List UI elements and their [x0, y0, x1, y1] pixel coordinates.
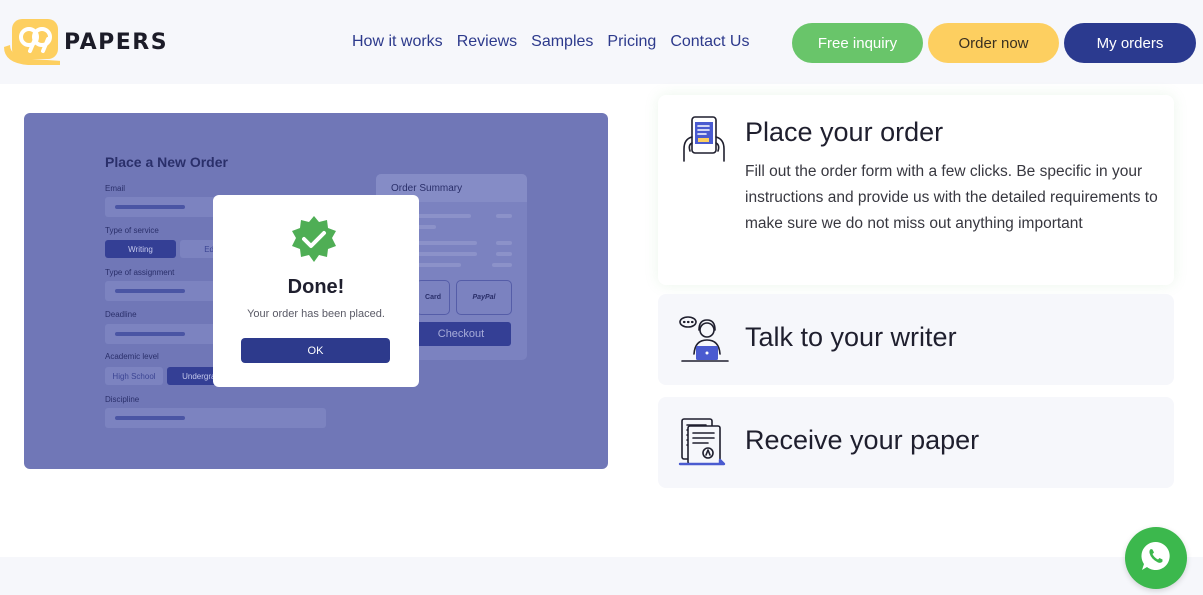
summary-line [496, 252, 512, 256]
nav-contact-us[interactable]: Contact Us [670, 33, 749, 51]
step-title: Receive your paper [745, 425, 980, 455]
logo[interactable]: PAPERS [2, 17, 168, 67]
academic-label: Academic level [105, 352, 159, 361]
nav-pricing[interactable]: Pricing [607, 33, 656, 51]
nav-reviews[interactable]: Reviews [457, 33, 517, 51]
step-title: Talk to your writer [745, 322, 957, 352]
step-card-talk-writer[interactable]: Talk to your writer [658, 294, 1174, 385]
site-header: PAPERS How it works Reviews Samples Pric… [0, 0, 1203, 84]
service-chip-writing: Writing [105, 240, 176, 258]
writer-chat-icon [678, 314, 730, 366]
academic-chip-high-school: High School [105, 367, 163, 385]
summary-line [492, 263, 512, 267]
pay-paypal-option: PayPal [456, 280, 512, 315]
step-title: Place your order [745, 117, 944, 147]
assignment-label: Type of assignment [105, 268, 175, 277]
step-card-receive-paper[interactable]: Receive your paper [658, 397, 1174, 488]
modal-title: Done! [287, 276, 345, 298]
my-orders-button[interactable]: My orders [1064, 23, 1196, 63]
nav-how-it-works[interactable]: How it works [352, 33, 443, 51]
service-label: Type of service [105, 226, 159, 235]
check-badge-icon [290, 215, 338, 263]
paper-document-icon [678, 416, 730, 468]
checkout-button: Checkout [411, 322, 511, 346]
footer-band [0, 557, 1203, 595]
step-card-place-order[interactable]: Place your order Fill out the order form… [658, 95, 1174, 285]
free-inquiry-button[interactable]: Free inquiry [792, 23, 923, 63]
deadline-label: Deadline [105, 310, 137, 319]
modal-ok-button: OK [241, 338, 390, 363]
nav-samples[interactable]: Samples [531, 33, 593, 51]
chat-button[interactable] [1125, 527, 1187, 589]
pay-card-option: Card [416, 280, 450, 315]
modal-message: Your order has been placed. [247, 308, 385, 320]
form-title: Place a New Order [105, 154, 228, 170]
logo-mark-icon [2, 17, 62, 67]
email-label: Email [105, 184, 126, 193]
order-illustration: Place a New Order Email Type of service … [24, 113, 608, 469]
discipline-field [105, 408, 326, 428]
tablet-order-icon [678, 113, 730, 165]
discipline-label: Discipline [105, 395, 140, 404]
main-nav: How it works Reviews Samples Pricing Con… [352, 33, 749, 51]
whatsapp-icon [1139, 539, 1173, 578]
summary-line [496, 214, 512, 218]
step-description: Fill out the order form with a few click… [745, 163, 1158, 232]
logo-text: PAPERS [64, 29, 169, 55]
summary-line [496, 241, 512, 245]
success-modal: Done! Your order has been placed. OK [213, 195, 419, 387]
order-now-button[interactable]: Order now [928, 23, 1059, 63]
